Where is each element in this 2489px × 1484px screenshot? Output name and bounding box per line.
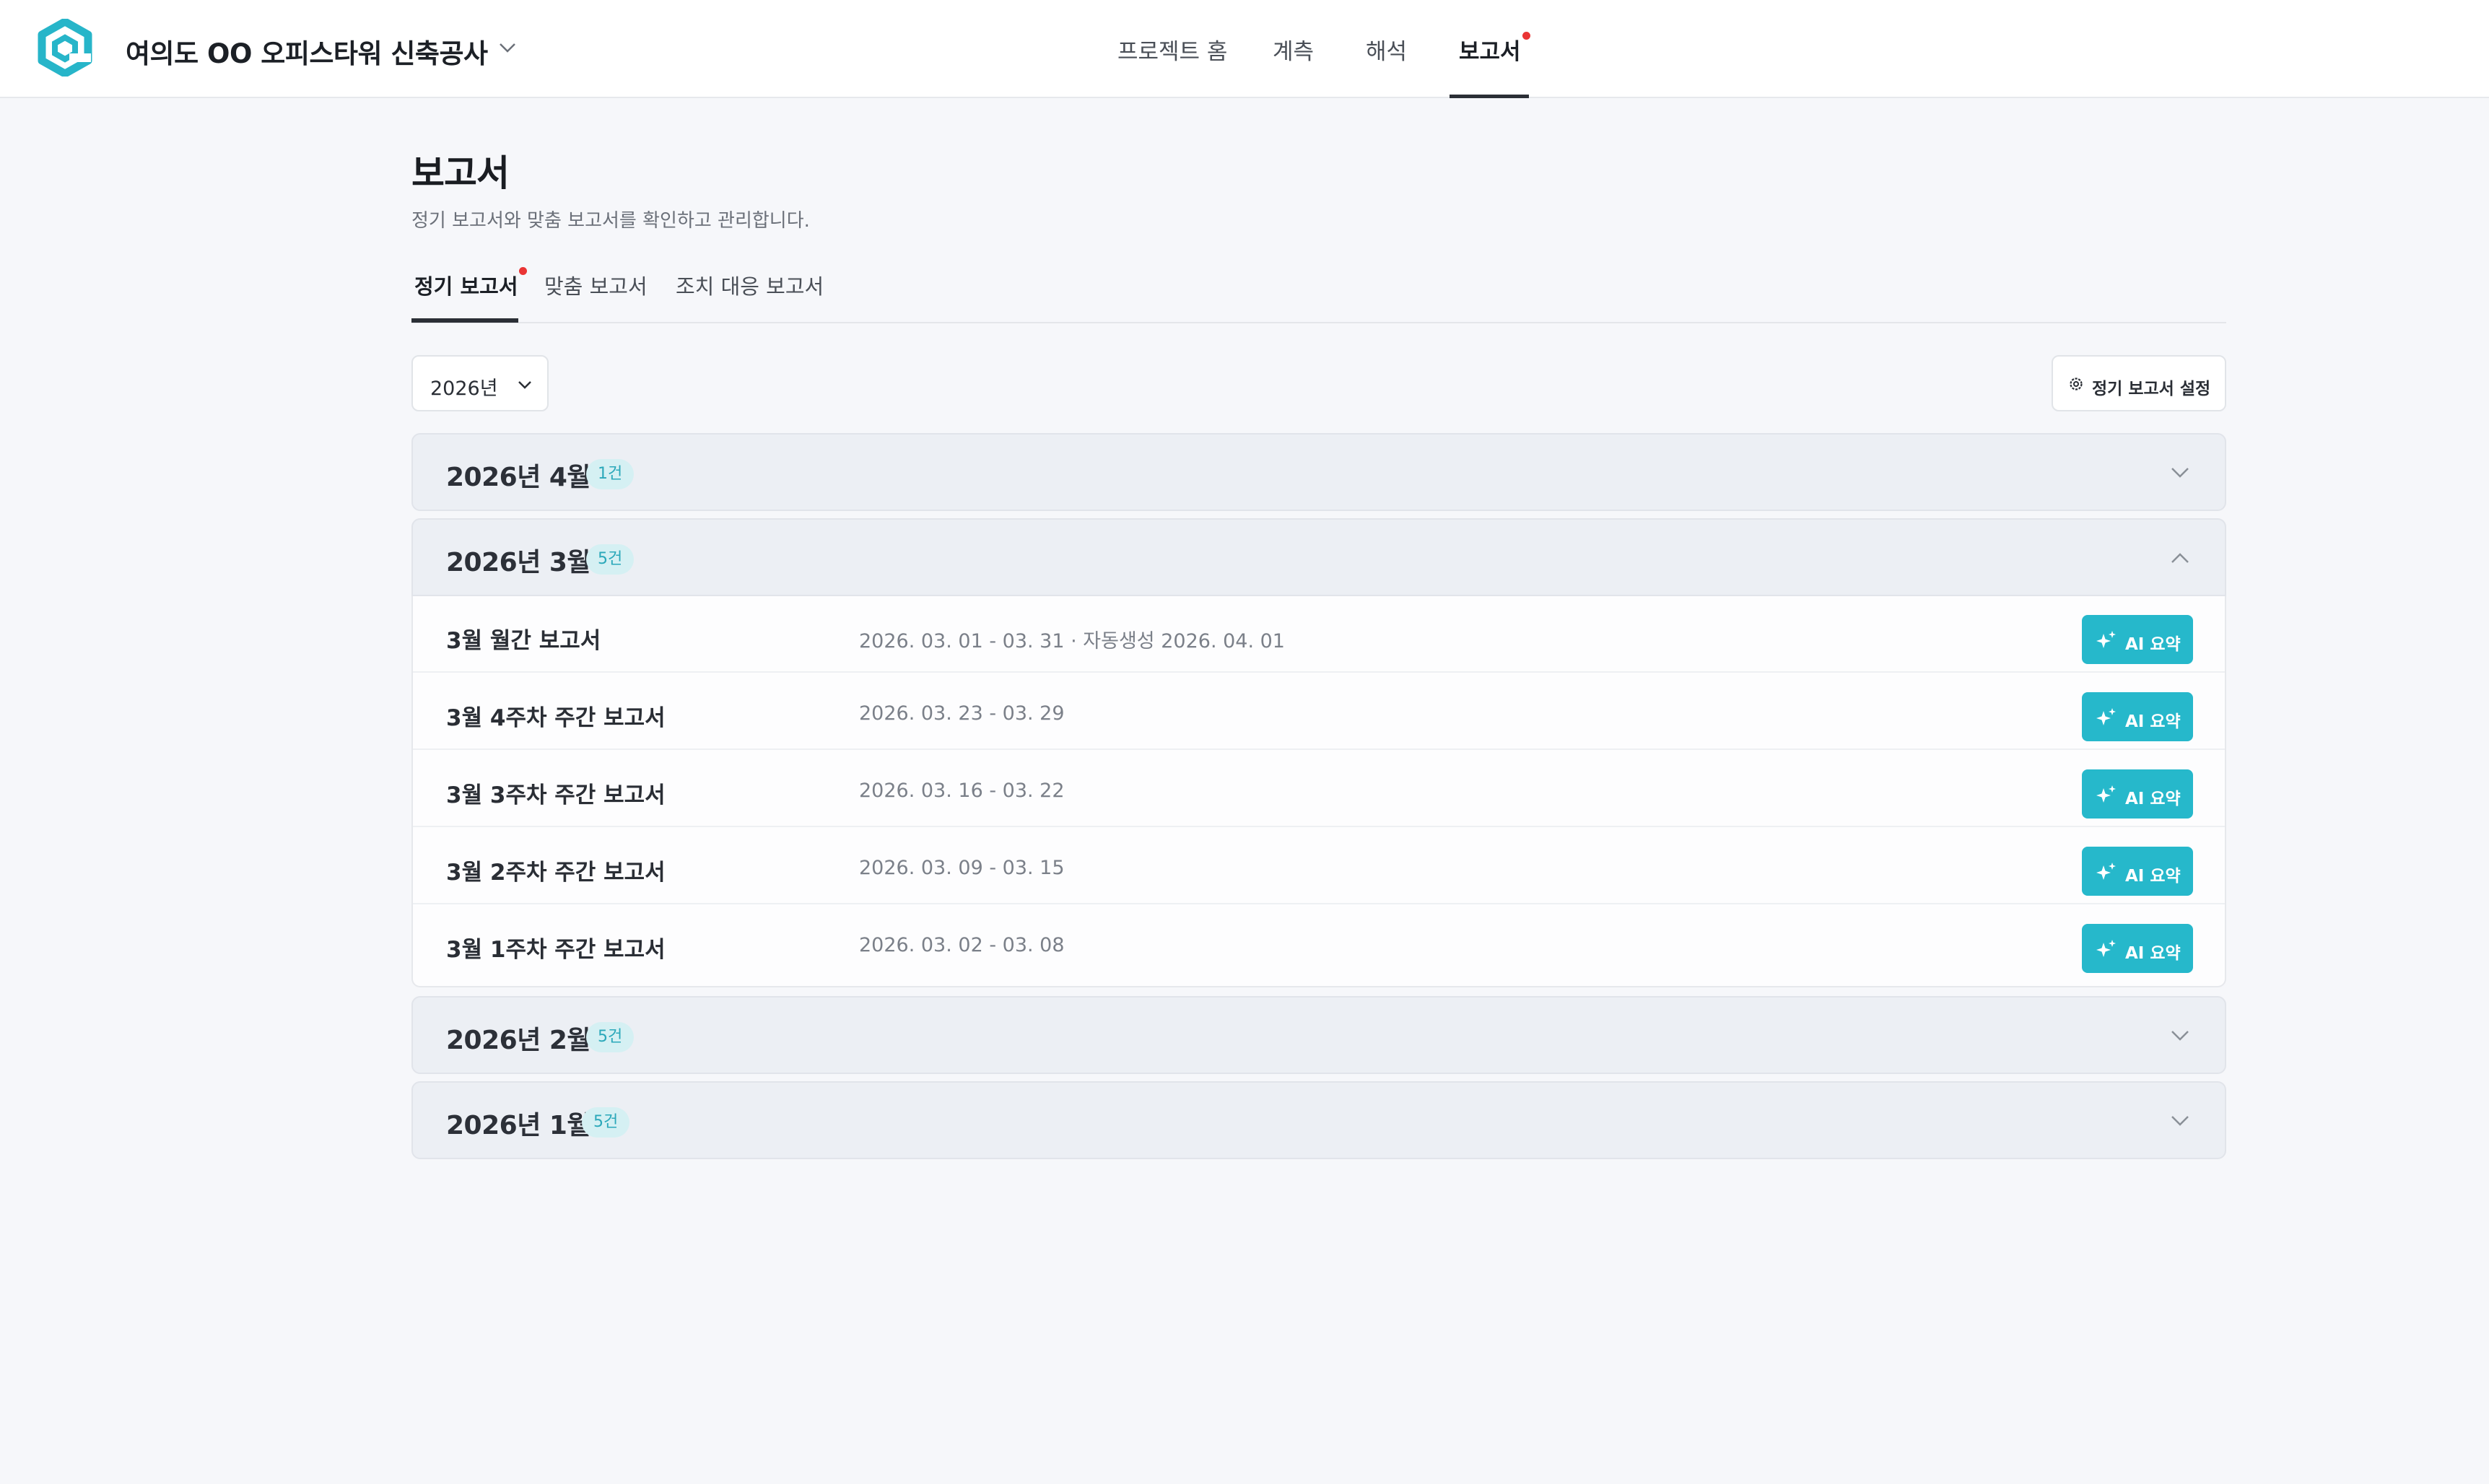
report-name: 3월 1주차 주간 보고서 xyxy=(446,937,666,963)
report-date: 2026. 03. 23 - 03. 29 xyxy=(859,702,1065,725)
report-row[interactable]: 3월 2주차 주간 보고서 2026. 03. 09 - 03. 15 AI 요… xyxy=(413,828,2225,904)
ai-summary-button[interactable]: AI 요약 xyxy=(2082,847,2193,896)
chevron-down-icon[interactable] xyxy=(498,42,517,53)
top-header: 여의도 OO 오피스타워 신축공사 프로젝트 홈 계측 해석 보고서 xyxy=(0,0,2489,98)
chevron-down-icon xyxy=(518,381,531,389)
nav-notification-dot xyxy=(1522,32,1530,40)
month-accordion-2026-02[interactable]: 2026년 2월 5건 xyxy=(411,996,2226,1074)
nav-project-home[interactable]: 프로젝트 홈 xyxy=(1117,33,1227,66)
month-label: 2026년 4월 xyxy=(446,463,591,492)
report-list: 3월 월간 보고서 2026. 03. 01 - 03. 31 · 자동생성 2… xyxy=(411,596,2226,987)
app-logo-icon[interactable] xyxy=(38,19,92,77)
ai-summary-button[interactable]: AI 요약 xyxy=(2082,769,2193,819)
count-badge: 5건 xyxy=(586,544,635,575)
ai-summary-label: AI 요약 xyxy=(2125,635,2181,654)
chevron-up-icon xyxy=(2171,553,2189,563)
ai-summary-button[interactable]: AI 요약 xyxy=(2082,615,2193,664)
report-row[interactable]: 3월 1주차 주간 보고서 2026. 03. 02 - 03. 08 AI 요… xyxy=(413,905,2225,982)
month-accordion-2026-01[interactable]: 2026년 1월 5건 xyxy=(411,1081,2226,1159)
chevron-down-icon xyxy=(2171,468,2189,478)
tab-custom-reports[interactable]: 맞춤 보고서 xyxy=(544,270,648,300)
ai-summary-button[interactable]: AI 요약 xyxy=(2082,692,2193,741)
tab-regular-reports[interactable]: 정기 보고서 xyxy=(414,270,518,300)
project-title[interactable]: 여의도 OO 오피스타워 신축공사 xyxy=(126,32,488,71)
tab-action-reports[interactable]: 조치 대응 보고서 xyxy=(676,270,824,300)
report-date: 2026. 03. 16 - 03. 22 xyxy=(859,780,1065,802)
count-badge: 1건 xyxy=(586,459,635,489)
report-row[interactable]: 3월 4주차 주간 보고서 2026. 03. 23 - 03. 29 AI 요… xyxy=(413,673,2225,750)
month-label: 2026년 1월 xyxy=(446,1111,591,1140)
month-label: 2026년 2월 xyxy=(446,1026,591,1055)
month-accordion-2026-04[interactable]: 2026년 4월 1건 xyxy=(411,433,2226,511)
report-settings-label: 정기 보고서 설정 xyxy=(2092,380,2211,398)
report-date: 2026. 03. 01 - 03. 31 · 자동생성 2026. 04. 0… xyxy=(859,630,1285,652)
sparkle-icon xyxy=(2096,631,2116,648)
ai-summary-label: AI 요약 xyxy=(2125,867,2181,886)
month-label: 2026년 3월 xyxy=(446,548,591,577)
report-name: 3월 3주차 주간 보고서 xyxy=(446,782,666,808)
nav-analysis[interactable]: 해석 xyxy=(1366,33,1407,66)
report-name: 3월 4주차 주간 보고서 xyxy=(446,705,666,731)
month-accordion-2026-03[interactable]: 2026년 3월 5건 xyxy=(411,518,2226,596)
year-select-value: 2026년 xyxy=(430,377,498,400)
count-badge: 5건 xyxy=(582,1107,630,1138)
sparkle-icon xyxy=(2096,708,2116,725)
report-row[interactable]: 3월 3주차 주간 보고서 2026. 03. 16 - 03. 22 AI 요… xyxy=(413,751,2225,827)
sparkle-icon xyxy=(2096,785,2116,803)
report-settings-button[interactable]: 정기 보고서 설정 xyxy=(2052,355,2226,411)
ai-summary-label: AI 요약 xyxy=(2125,790,2181,808)
tab-notification-dot xyxy=(519,267,527,275)
gear-icon xyxy=(2070,377,2083,390)
report-name: 3월 월간 보고서 xyxy=(446,628,601,654)
report-date: 2026. 03. 09 - 03. 15 xyxy=(859,857,1065,879)
nav-active-indicator xyxy=(1450,95,1529,98)
report-name: 3월 2주차 주간 보고서 xyxy=(446,860,666,886)
tabs-divider xyxy=(411,322,2226,323)
chevron-down-icon xyxy=(2171,1031,2189,1041)
report-date: 2026. 03. 02 - 03. 08 xyxy=(859,934,1065,956)
chevron-down-icon xyxy=(2171,1116,2189,1126)
count-badge: 5건 xyxy=(586,1022,635,1052)
sparkle-icon xyxy=(2096,940,2116,957)
ai-summary-label: AI 요약 xyxy=(2125,712,2181,731)
ai-summary-button[interactable]: AI 요약 xyxy=(2082,924,2193,973)
page-subtitle: 정기 보고서와 맞춤 보고서를 확인하고 관리합니다. xyxy=(411,210,810,232)
page-title: 보고서 xyxy=(411,152,510,194)
report-row[interactable]: 3월 월간 보고서 2026. 03. 01 - 03. 31 · 자동생성 2… xyxy=(413,596,2225,673)
nav-reports[interactable]: 보고서 xyxy=(1459,33,1521,66)
tab-active-indicator xyxy=(411,318,518,323)
ai-summary-label: AI 요약 xyxy=(2125,944,2181,963)
nav-measurement[interactable]: 계측 xyxy=(1273,33,1314,66)
year-select[interactable]: 2026년 xyxy=(411,355,549,411)
sparkle-icon xyxy=(2096,863,2116,880)
